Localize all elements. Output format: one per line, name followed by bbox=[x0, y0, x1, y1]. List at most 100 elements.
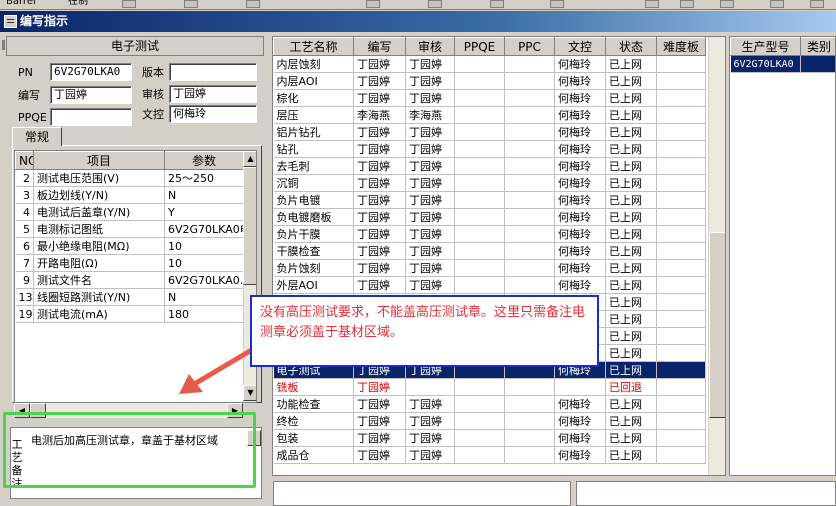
process-row[interactable]: 负电镀磨板 丁园婷 丁园婷 何梅玲 已上网 bbox=[273, 208, 706, 226]
process-name-cell[interactable]: 去毛刺 bbox=[273, 157, 354, 175]
process-status-cell[interactable]: 已上网 bbox=[605, 123, 657, 141]
param-row[interactable]: 3 板边划线(Y/N) N bbox=[15, 186, 244, 204]
process-col-header[interactable]: 状态 bbox=[605, 37, 657, 56]
process-doc-cell[interactable]: 何梅玲 bbox=[554, 157, 606, 175]
param-value-cell[interactable]: 6V2G70LKA0电测 bbox=[164, 220, 244, 238]
process-review-cell[interactable]: 丁园婷 bbox=[405, 446, 455, 464]
process-ppc-cell[interactable] bbox=[504, 446, 555, 464]
process-diff-cell[interactable] bbox=[656, 89, 706, 107]
process-status-cell[interactable]: 已上网 bbox=[605, 106, 657, 124]
process-author-cell[interactable]: 丁园婷 bbox=[353, 55, 406, 73]
process-row[interactable]: 干膜检查 丁园婷 丁园婷 何梅玲 已上网 bbox=[273, 242, 706, 260]
process-author-cell[interactable]: 丁园婷 bbox=[353, 242, 406, 260]
process-author-cell[interactable]: 丁园婷 bbox=[353, 395, 406, 413]
process-diff-cell[interactable] bbox=[656, 276, 706, 294]
process-name-cell[interactable]: 干膜检查 bbox=[273, 242, 354, 260]
process-row[interactable]: 去毛刺 丁园婷 丁园婷 何梅玲 已上网 bbox=[273, 157, 706, 175]
param-no-cell[interactable]: 7 bbox=[15, 254, 34, 272]
process-status-cell[interactable]: 已上网 bbox=[605, 55, 657, 73]
process-doc-cell[interactable]: 何梅玲 bbox=[554, 429, 606, 447]
process-doc-cell[interactable] bbox=[554, 378, 606, 396]
process-col-header[interactable]: 文控 bbox=[554, 37, 606, 56]
process-status-cell[interactable]: 已上网 bbox=[605, 429, 657, 447]
process-author-cell[interactable]: 李海燕 bbox=[353, 106, 406, 124]
process-doc-cell[interactable]: 何梅玲 bbox=[554, 123, 606, 141]
process-status-cell[interactable]: 已上网 bbox=[605, 310, 657, 328]
process-review-cell[interactable]: 丁园婷 bbox=[405, 174, 455, 192]
process-review-cell[interactable] bbox=[405, 378, 455, 396]
param-no-cell[interactable]: 13 bbox=[15, 288, 34, 306]
process-review-cell[interactable]: 丁园婷 bbox=[405, 157, 455, 175]
process-status-cell[interactable]: 已上网 bbox=[605, 259, 657, 277]
model-col-model[interactable]: 生产型号 bbox=[730, 37, 801, 56]
toolbar-icon[interactable] bbox=[770, 0, 784, 8]
process-ppqe-cell[interactable] bbox=[454, 259, 505, 277]
process-ppc-cell[interactable] bbox=[504, 123, 555, 141]
process-review-cell[interactable]: 丁园婷 bbox=[405, 89, 455, 107]
panel-splitter-grip[interactable] bbox=[2, 40, 5, 50]
process-col-header[interactable]: 审核 bbox=[405, 37, 455, 56]
pn-field[interactable]: 6V2G70LKA0 bbox=[50, 63, 132, 81]
param-row[interactable]: 7 开路电阻(Ω) 10 bbox=[15, 254, 244, 272]
process-status-cell[interactable]: 已上网 bbox=[605, 174, 657, 192]
process-diff-cell[interactable] bbox=[656, 293, 706, 311]
process-doc-cell[interactable]: 何梅玲 bbox=[554, 106, 606, 124]
param-no-cell[interactable]: 3 bbox=[15, 186, 34, 204]
process-ppc-cell[interactable] bbox=[504, 412, 555, 430]
process-doc-cell[interactable]: 何梅玲 bbox=[554, 412, 606, 430]
param-item-cell[interactable]: 线圈短路测试(Y/N) bbox=[33, 288, 165, 306]
process-col-header[interactable]: 编写 bbox=[353, 37, 406, 56]
window-titlebar[interactable]: 编写指示 bbox=[0, 11, 836, 32]
process-status-cell[interactable]: 已上网 bbox=[605, 446, 657, 464]
param-value-cell[interactable]: Y bbox=[164, 203, 244, 221]
process-row[interactable]: 内层AOI 丁园婷 丁园婷 何梅玲 已上网 bbox=[273, 72, 706, 90]
process-review-cell[interactable]: 丁园婷 bbox=[405, 55, 455, 73]
param-value-cell[interactable]: 10 bbox=[164, 254, 244, 272]
process-status-cell[interactable]: 已上网 bbox=[605, 225, 657, 243]
param-row[interactable]: 5电测标记图纸6V2G70LKA0电测 bbox=[15, 220, 244, 238]
process-author-cell[interactable]: 丁园婷 bbox=[353, 429, 406, 447]
process-doc-cell[interactable]: 何梅玲 bbox=[554, 446, 606, 464]
process-author-cell[interactable]: 丁园婷 bbox=[353, 208, 406, 226]
toolbar-icon[interactable] bbox=[184, 0, 198, 8]
process-name-cell[interactable]: 铣板 bbox=[273, 378, 354, 396]
process-ppqe-cell[interactable] bbox=[454, 412, 505, 430]
process-ppqe-cell[interactable] bbox=[454, 157, 505, 175]
process-diff-cell[interactable] bbox=[656, 225, 706, 243]
process-ppc-cell[interactable] bbox=[504, 208, 555, 226]
doc-control-field[interactable]: 何梅玲 bbox=[169, 105, 257, 123]
param-item-cell[interactable]: 电测试后盖章(Y/N) bbox=[33, 203, 165, 221]
process-row[interactable]: 层压 李海燕 李海燕 何梅玲 已上网 bbox=[273, 106, 706, 124]
process-ppc-cell[interactable] bbox=[504, 140, 555, 158]
process-status-cell[interactable]: 已上网 bbox=[605, 191, 657, 209]
process-status-cell[interactable]: 已上网 bbox=[605, 140, 657, 158]
process-name-cell[interactable]: 棕化 bbox=[273, 89, 354, 107]
process-ppc-cell[interactable] bbox=[504, 106, 555, 124]
param-item-cell[interactable]: 测试电流(mA) bbox=[33, 305, 165, 323]
param-no-cell[interactable]: 2 bbox=[15, 169, 34, 187]
process-ppqe-cell[interactable] bbox=[454, 174, 505, 192]
process-doc-cell[interactable]: 何梅玲 bbox=[554, 208, 606, 226]
param-row[interactable]: 4 电测试后盖章(Y/N) Y bbox=[15, 203, 244, 221]
param-row[interactable]: 13 线圈短路测试(Y/N) N bbox=[15, 288, 244, 306]
process-diff-cell[interactable] bbox=[656, 412, 706, 430]
process-doc-cell[interactable]: 何梅玲 bbox=[554, 259, 606, 277]
process-status-cell[interactable]: 已上网 bbox=[605, 395, 657, 413]
param-no-cell[interactable]: 19 bbox=[15, 305, 34, 323]
process-diff-cell[interactable] bbox=[656, 344, 706, 362]
process-col-header[interactable]: 工艺名称 bbox=[273, 37, 354, 56]
process-name-cell[interactable]: 外层AOI bbox=[273, 276, 354, 294]
process-doc-cell[interactable]: 何梅玲 bbox=[554, 191, 606, 209]
process-status-cell[interactable]: 已上网 bbox=[605, 157, 657, 175]
process-diff-cell[interactable] bbox=[656, 259, 706, 277]
process-ppqe-cell[interactable] bbox=[454, 55, 505, 73]
process-author-cell[interactable]: 丁园婷 bbox=[353, 123, 406, 141]
param-row[interactable]: 9测试文件名6V2G70LKA0.TG bbox=[15, 271, 244, 289]
process-review-cell[interactable]: 丁园婷 bbox=[405, 276, 455, 294]
process-col-header[interactable]: PPC bbox=[504, 37, 555, 56]
process-ppc-cell[interactable] bbox=[504, 276, 555, 294]
process-author-cell[interactable]: 丁园婷 bbox=[353, 89, 406, 107]
process-doc-cell[interactable]: 何梅玲 bbox=[554, 395, 606, 413]
process-ppqe-cell[interactable] bbox=[454, 395, 505, 413]
process-row[interactable]: 内层蚀刻 丁园婷 丁园婷 何梅玲 已上网 bbox=[273, 55, 706, 73]
